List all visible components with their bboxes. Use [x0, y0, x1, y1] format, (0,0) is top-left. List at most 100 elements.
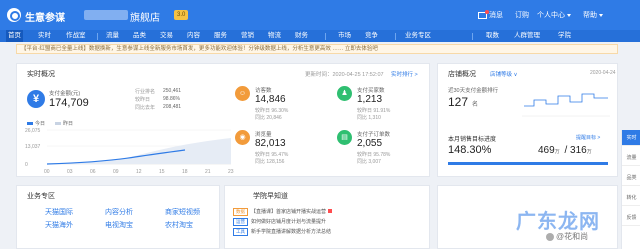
x-tick: 06 [90, 169, 96, 175]
help-menu[interactable]: 帮助 [583, 10, 603, 20]
pageviews-icon: ◉ [235, 130, 250, 145]
side-item-conversion[interactable]: 转化 [622, 190, 640, 206]
goal-amount: 469万 / 316万 [538, 145, 592, 156]
pay-amount-value: 174,709 [49, 97, 89, 109]
nav-item-finance[interactable]: 财务 [293, 30, 310, 42]
side-item-realtime[interactable]: 实时 [622, 130, 640, 146]
x-tick: 09 [113, 169, 119, 175]
goal-unit: 万 [586, 149, 592, 155]
goal-label: 本月销售目标进度 [448, 137, 497, 143]
y-tick: 0 [25, 162, 28, 168]
watermark-sub-text: @花和尚 [556, 232, 589, 241]
biz-link-tv-taobao[interactable]: 电视淘宝 [105, 220, 133, 230]
orders-icon: ▤ [337, 130, 352, 145]
nav-item-traffic[interactable]: 流量 [104, 30, 121, 42]
visitors-icon: ☺ [235, 86, 250, 101]
order-link[interactable]: 订购 [515, 10, 529, 20]
shop-status-panel: 店铺概况 店铺等级 ∨ 2020-04-24 近30天支付金额排行 127 名 … [437, 63, 618, 177]
nav-item-data-fetch[interactable]: 取数 [484, 30, 501, 42]
update-time: 更新时间：2020-04-25 17:52:07 [305, 72, 384, 78]
x-tick: 12 [136, 169, 142, 175]
nav-item-category[interactable]: 品类 [131, 30, 148, 42]
business-zone-title: 业务专区 [27, 193, 55, 200]
shop-status-date: 2020-04-24 [590, 70, 616, 76]
order-label: 订购 [515, 12, 529, 19]
nav-item-crowd-manage[interactable]: 人群管理 [512, 30, 542, 42]
kpi-sub: 较昨日 95.47% [255, 152, 289, 158]
nav-item-academy[interactable]: 学院 [556, 30, 573, 42]
kpi-sub: 同比 1,310 [357, 115, 381, 121]
kpi-sub: 较昨日 91.91% [357, 108, 391, 114]
learning-text: 新手学院直播讲解数据分析方法总结 [251, 229, 332, 235]
learning-title: 学院早知道 [253, 193, 288, 200]
nav-item-service[interactable]: 服务 [212, 30, 229, 42]
yen-icon: ¥ [27, 90, 45, 108]
kpi-label: 访客数 [255, 88, 272, 94]
kpi-value: 2,055 [357, 138, 383, 149]
side-item-feedback[interactable]: 反馈 [622, 210, 640, 226]
biz-link-rural-taobao[interactable]: 农村淘宝 [165, 220, 193, 230]
set-goal-link[interactable]: 提醒目标 > [576, 134, 600, 141]
rank-label: 近30天支付金额排行 [448, 88, 499, 94]
biz-link-tmall-global[interactable]: 天猫国际 [45, 207, 73, 217]
learning-item[interactable]: 工具 新手学院直播讲解数据分析方法总结 [233, 228, 331, 236]
avatar-icon [546, 232, 554, 241]
biz-link-content-analysis[interactable]: 内容分析 [105, 207, 133, 217]
version-badge: 3.0 [174, 10, 189, 20]
pay-sub-value: 208,481 [163, 104, 182, 110]
personal-center-label: 个人中心 [537, 12, 565, 19]
learning-item[interactable]: 数据 【直播课】首家店铺开播实战运营 [233, 208, 333, 216]
learning-tag: 运营 [233, 218, 248, 226]
learning-text: 【直播课】首家店铺开播实战运营 [251, 209, 327, 215]
rank-unit: 名 [472, 102, 479, 108]
notice-bar[interactable]: 【平台·红盟商已全量上线】数据换新，生意参谋上线全新服务市场首发，更多功能欢迎体… [16, 44, 618, 54]
main-nav: 首页 实时 作战室 流量 品类 交易 内容 服务 营销 物流 财务 市场 竞争 … [0, 30, 640, 42]
shop-status-title: 店铺概况 [448, 71, 476, 78]
goal-progress-fill [448, 162, 608, 165]
new-flag-icon [328, 209, 333, 213]
nav-item-home[interactable]: 首页 [6, 30, 23, 42]
pay-amount-label: 支付金额(元) [49, 91, 81, 97]
pay-sub-value: 250,461 [163, 88, 182, 94]
kpi-sub: 较昨日 95.78% [357, 152, 391, 158]
nav-item-realtime[interactable]: 实时 [36, 30, 53, 42]
x-tick: 15 [159, 169, 165, 175]
messages-button[interactable]: 消息 [478, 9, 503, 20]
goal-target: 316 [570, 145, 587, 156]
nav-divider [472, 33, 473, 40]
nav-item-market[interactable]: 市场 [336, 30, 353, 42]
nav-item-business-zone[interactable]: 业务专区 [403, 30, 433, 42]
nav-item-competition[interactable]: 竞争 [363, 30, 380, 42]
app-title[interactable]: 生意参谋 [25, 9, 65, 24]
biz-link-short-video[interactable]: 商家短视频 [165, 207, 200, 217]
nav-item-trade[interactable]: 交易 [158, 30, 175, 42]
nav-item-content[interactable]: 内容 [185, 30, 202, 42]
kpi-sub: 同比 3,007 [357, 159, 381, 165]
nav-item-logistics[interactable]: 物流 [266, 30, 283, 42]
logo-icon[interactable] [7, 8, 21, 22]
watermark: 广东龙网 [516, 209, 600, 233]
shop-name: 旗舰店 [130, 13, 160, 24]
business-zone-panel: 业务专区 天猫国际 内容分析 商家短视频 天猫海外 电视淘宝 农村淘宝 [16, 185, 220, 249]
learning-tag: 工具 [233, 228, 248, 236]
realtime-title: 实时概况 [27, 71, 55, 78]
right-quick-sidebar: 实时 流量 品类 转化 反馈 [621, 130, 640, 249]
x-tick: 03 [67, 169, 73, 175]
personal-center-menu[interactable]: 个人中心 [537, 10, 571, 20]
nav-divider [395, 33, 396, 40]
kpi-sub: 同比 20,846 [255, 115, 282, 121]
shop-level-dropdown[interactable]: 店铺等级 ∨ [490, 70, 518, 78]
x-tick: 18 [182, 169, 188, 175]
nav-item-marketing[interactable]: 营销 [239, 30, 256, 42]
side-item-traffic[interactable]: 流量 [622, 150, 640, 166]
kpi-value: 82,013 [255, 138, 286, 149]
watermark-sub: @花和尚 [546, 231, 588, 242]
side-item-category[interactable]: 品类 [622, 170, 640, 186]
biz-link-tmall-overseas[interactable]: 天猫海外 [45, 220, 73, 230]
nav-item-war-room[interactable]: 作战室 [64, 30, 88, 42]
pay-sub-label: 行业排名 [135, 89, 156, 95]
pay-trend-chart: 26,075 13,037 0 00 03 06 09 12 15 18 21 23 [25, 128, 234, 175]
learning-item[interactable]: 运营 如何做好店铺月度计划与流量提升 [233, 218, 326, 226]
realtime-rank-link[interactable]: 实时排行 > [391, 70, 418, 78]
goal-progress-bar [448, 162, 608, 165]
